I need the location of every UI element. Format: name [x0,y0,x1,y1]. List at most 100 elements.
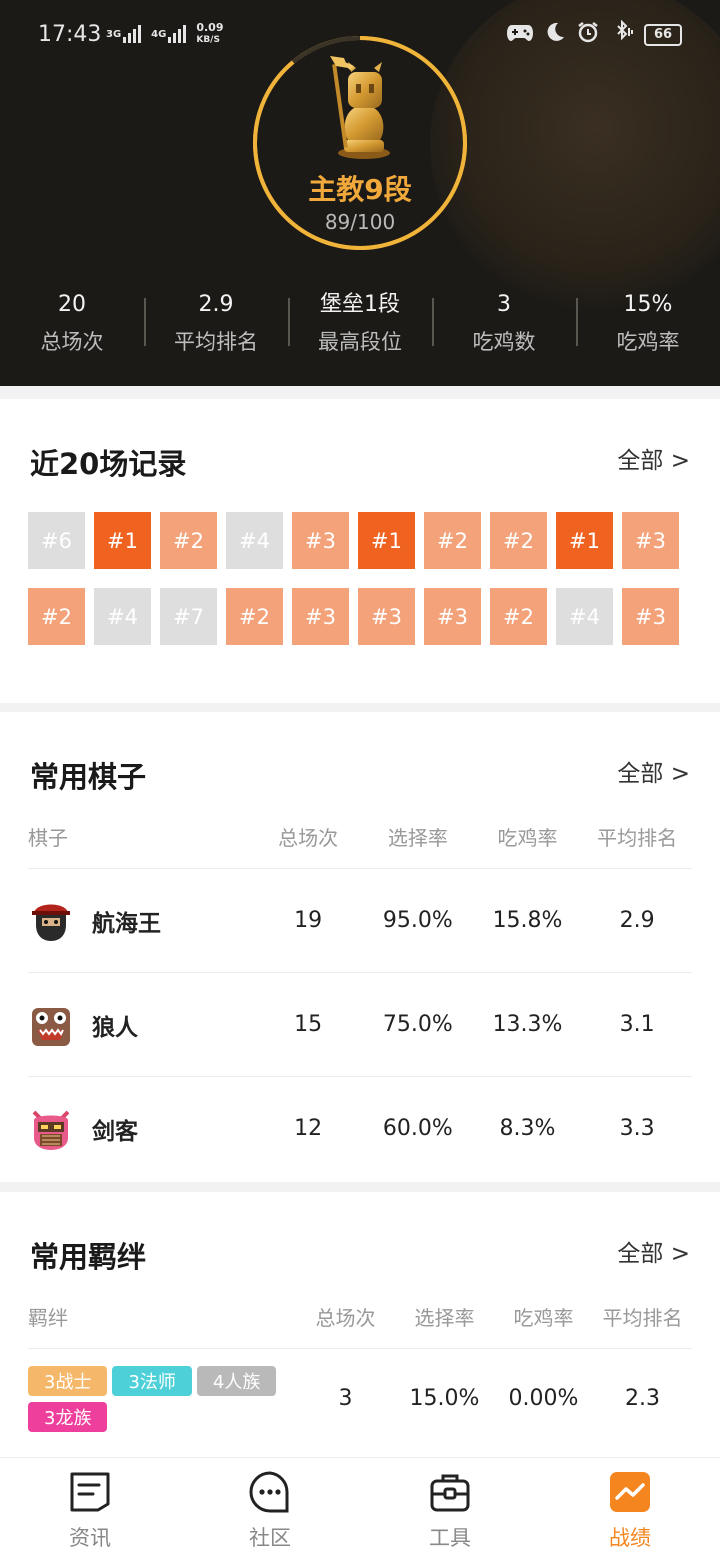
piece-win-rate: 8.3% [499,1116,556,1141]
result-chip[interactable]: #4 [556,588,613,645]
bond-tags: 3战士 3法师 4人族 3龙族 [28,1365,296,1432]
result-chip[interactable]: #2 [226,588,283,645]
pieces-table-header: 棋子 总场次 选择率 吃鸡率 平均排名 [28,816,692,856]
stat-label: 总场次 [40,330,104,354]
stat-label: 平均排名 [174,330,258,354]
recent-games-all-link[interactable]: 全部 > [617,441,690,475]
stat-wins: 3 吃鸡数 [432,288,576,358]
piece-avg-rank: 3.1 [619,1012,655,1037]
stat-win-rate: 15% 吃鸡率 [576,288,720,358]
stat-value: 20 [58,292,86,317]
signal-3g-icon: 3G [106,25,142,43]
stat-label: 最高段位 [318,330,402,354]
common-bonds-all-link[interactable]: 全部 > [617,1234,690,1268]
result-chip[interactable]: #7 [160,588,217,645]
result-chip[interactable]: #6 [28,512,85,569]
werewolf-avatar [28,1001,74,1048]
table-row[interactable]: 3战士 3法师 4人族 3龙族 3 15.0% 0.00% 2.3 [28,1348,692,1448]
piece-pick-rate: 95.0% [382,908,453,933]
result-chip[interactable]: #2 [490,512,547,569]
piece-win-rate: 15.8% [492,908,563,933]
piece-pick-rate: 60.0% [382,1116,453,1141]
tab-tools[interactable]: 工具 [360,1458,540,1560]
bond-avg-rank: 2.3 [625,1386,660,1411]
table-row[interactable]: 剑客 12 60.0% 8.3% 3.3 [28,1076,692,1180]
piece-avg-rank: 2.9 [619,908,655,933]
piece-games: 19 [294,908,323,933]
header-games: 总场次 [278,825,339,850]
bottom-tab-bar: 资讯 社区 工具 战绩 [0,1457,720,1560]
moon-icon [544,21,566,48]
stat-total-games: 20 总场次 [0,288,144,358]
status-icons: 66 [506,19,682,49]
speed-value: 0.09 [196,21,224,34]
piece-games: 15 [294,1012,323,1037]
bond-tag: 3战士 [28,1365,108,1396]
tab-label: 战绩 [609,1526,651,1550]
result-chip[interactable]: #1 [94,512,151,569]
rank-progress-text: 89/100 [324,210,396,234]
bond-tag: 4人族 [196,1365,277,1396]
bond-pick-rate: 15.0% [409,1386,480,1411]
result-chip[interactable]: #3 [292,512,349,569]
stat-value: 2.9 [198,292,234,317]
result-chip[interactable]: #3 [292,588,349,645]
header-pick-rate: 选择率 [387,825,448,850]
header-bond: 羁绊 [28,1305,68,1330]
chat-bubble-icon [248,1470,292,1514]
rank-name: 主教9段 [308,173,412,206]
common-bonds-card: 常用羁绊 全部 > 羁绊 总场次 选择率 吃鸡率 平均排名 3战士 3法师 4人… [0,1192,720,1457]
trend-chart-icon [608,1470,652,1514]
bishop-rank-icon [318,52,402,162]
result-chip[interactable]: #3 [358,588,415,645]
stat-value: 堡垒1段 [320,292,400,317]
common-pieces-title: 常用棋子 [30,760,147,794]
network-indicators: 3G 4G 0.09 KB/S [106,22,223,46]
result-chip[interactable]: #2 [424,512,481,569]
bluetooth-vibrate-icon [610,19,634,49]
pirate-king-avatar [28,897,74,944]
table-row[interactable]: 航海王 19 95.0% 15.8% 2.9 [28,868,692,972]
tab-community[interactable]: 社区 [180,1458,360,1560]
result-chip[interactable]: #3 [622,512,679,569]
tab-news[interactable]: 资讯 [0,1458,180,1560]
header-games: 总场次 [315,1305,376,1330]
result-chip[interactable]: #3 [622,588,679,645]
status-time: 17:43 [38,22,102,47]
result-chip[interactable]: #2 [160,512,217,569]
header-avg-rank: 平均排名 [602,1305,683,1330]
header-piece: 棋子 [28,825,68,850]
result-chip[interactable]: #4 [226,512,283,569]
net1-label: 3G [106,28,122,40]
stat-value: 15% [623,292,673,317]
net-speed: 0.09 KB/S [196,22,223,46]
common-pieces-card: 常用棋子 全部 > 棋子 总场次 选择率 吃鸡率 平均排名 航海王 19 95.… [0,712,720,1182]
piece-avg-rank: 3.3 [619,1116,655,1141]
tab-label: 资讯 [69,1526,111,1550]
recent-games-card: 近20场记录 全部 > #6 #1 #2 #4 #3 #1 #2 #2 #1 #3 #2 #4 #7 #2… [0,399,720,703]
result-chip[interactable]: #1 [556,512,613,569]
piece-name: 航海王 [92,910,161,937]
alarm-icon [576,20,600,49]
piece-games: 12 [294,1116,323,1141]
stat-value: 3 [497,292,511,317]
bond-tag: 3龙族 [28,1401,108,1432]
news-icon [68,1470,112,1514]
result-chip[interactable]: #2 [490,588,547,645]
common-pieces-all-link[interactable]: 全部 > [617,754,690,788]
stat-highest-rank: 堡垒1段最高段位 [288,288,432,358]
result-chip[interactable]: #3 [424,588,481,645]
game-controller-icon [506,22,534,47]
header-win-rate: 吃鸡率 [513,1305,574,1330]
profile-header: 17:43 3G 4G 0.09 KB/S 66 主教9段 89/100 20 … [0,0,720,386]
result-chip[interactable]: #4 [94,588,151,645]
tab-records[interactable]: 战绩 [540,1458,720,1560]
bond-games: 3 [338,1386,353,1411]
battery-icon: 66 [644,23,682,46]
result-chip[interactable]: #2 [28,588,85,645]
signal-4g-icon: 4G [151,25,187,43]
table-row[interactable]: 狼人 15 75.0% 13.3% 3.1 [28,972,692,1076]
result-chip[interactable]: #1 [358,512,415,569]
summary-stats: 20 总场次 2.9 平均排名 堡垒1段最高段位 3 吃鸡数 15% 吃鸡率 [0,288,720,358]
header-win-rate: 吃鸡率 [497,825,558,850]
